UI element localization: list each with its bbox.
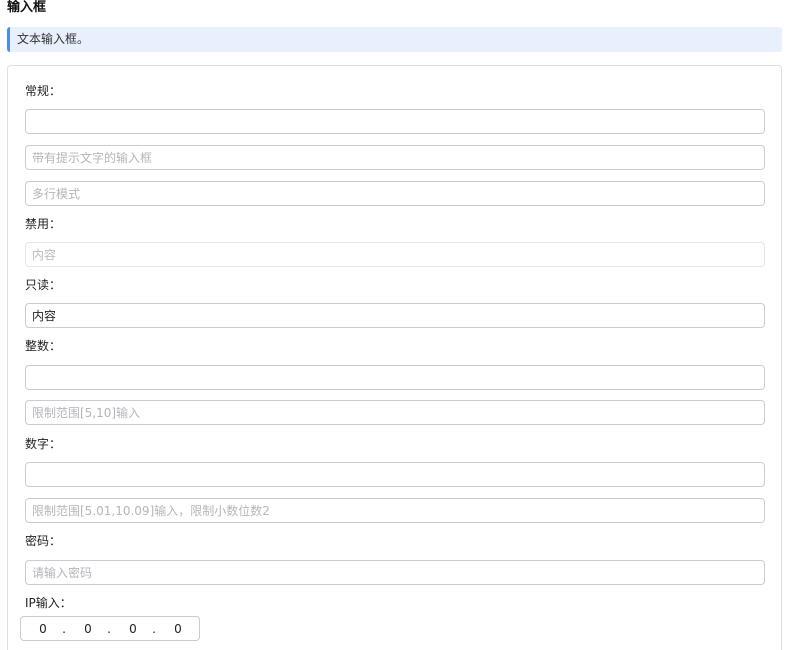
readonly-label: 只读： [25, 278, 62, 292]
ip-label: IP输入： [25, 596, 72, 610]
password-input[interactable] [25, 560, 765, 585]
page-title: 输入框 [7, 0, 47, 15]
ip-segment-1[interactable]: 0 [33, 622, 53, 637]
page: 输入框 文本输入框。 常规： 禁用： 只读： 整数： 数字： 密码： IP输入：… [0, 0, 785, 650]
multiline-input[interactable] [25, 181, 765, 206]
normal-label: 常规： [25, 84, 62, 98]
disabled-input [25, 242, 765, 267]
ip-input[interactable]: 0 . 0 . 0 . 0 [20, 616, 200, 641]
number-label: 数字： [25, 437, 62, 451]
disabled-label: 禁用： [25, 217, 62, 231]
integer-label: 整数： [25, 339, 62, 353]
info-banner: 文本输入框。 [7, 27, 782, 52]
number-range-input[interactable] [25, 498, 765, 523]
normal-input[interactable] [25, 109, 765, 134]
integer-input[interactable] [25, 365, 765, 390]
integer-range-input[interactable] [25, 400, 765, 425]
ip-segment-2[interactable]: 0 [78, 622, 98, 637]
readonly-input[interactable] [25, 303, 765, 328]
number-input[interactable] [25, 462, 765, 487]
password-label: 密码： [25, 534, 62, 548]
info-banner-text: 文本输入框。 [17, 32, 90, 46]
hint-input[interactable] [25, 145, 765, 170]
ip-separator: . [62, 622, 66, 636]
ip-separator: . [152, 622, 156, 636]
ip-separator: . [107, 622, 111, 636]
ip-segment-3[interactable]: 0 [123, 622, 143, 637]
ip-segment-4[interactable]: 0 [168, 622, 188, 637]
